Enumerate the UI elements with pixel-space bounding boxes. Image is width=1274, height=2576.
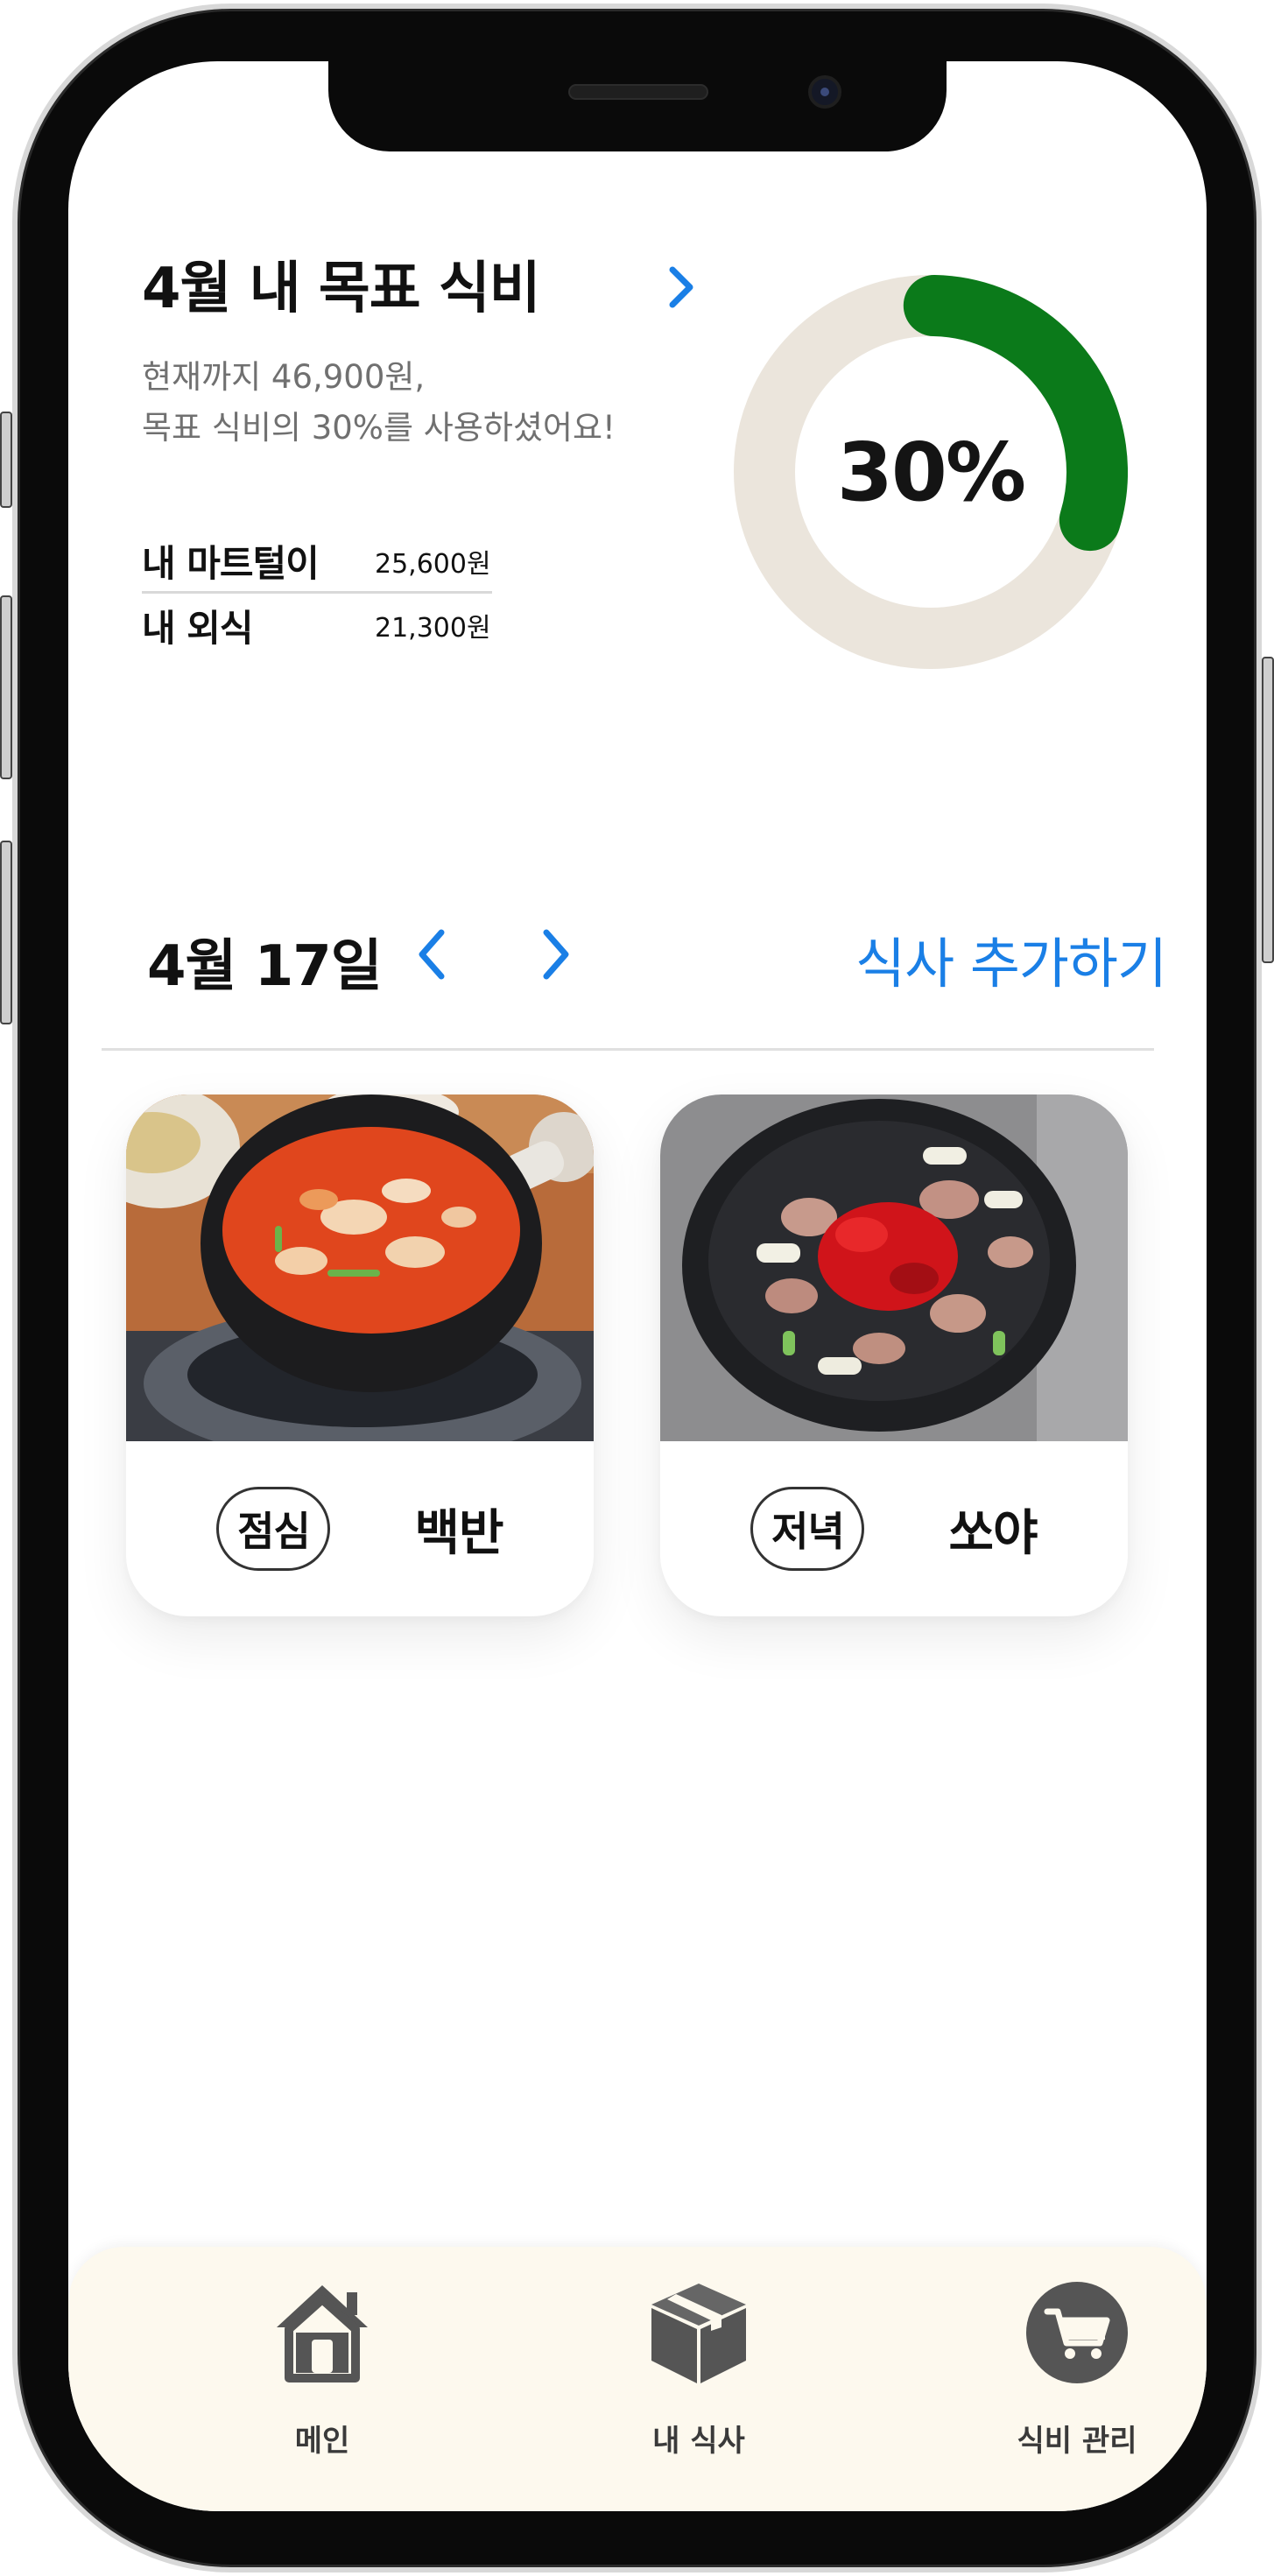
meal-name: 쏘야 [948, 1504, 1038, 1562]
meal-type-badge: 점심 [216, 1487, 331, 1571]
box-icon [651, 2284, 746, 2383]
selected-date: 4월 17일 [147, 934, 383, 999]
nav-label: 메인 [294, 2424, 350, 2459]
home-icon [277, 2285, 368, 2382]
front-camera [808, 75, 841, 109]
nav-item-my-meals[interactable]: 내 식사 [567, 2247, 830, 2511]
budget-title: 4월 내 목표 식비 [142, 257, 541, 321]
breakdown-row-dining: 내 외식 21,300원 [142, 594, 492, 657]
mute-switch [0, 412, 12, 508]
meal-card-lunch[interactable]: 점심 백반 [126, 1094, 594, 1616]
nav-item-budget[interactable]: 식비 관리 [946, 2247, 1207, 2511]
percent-used-text: 목표 식비의 30%를 사용하셨어요! [142, 409, 616, 447]
power-button [1262, 657, 1274, 963]
breakdown-value: 25,600원 [375, 548, 491, 580]
section-divider [102, 1048, 1154, 1051]
chevron-right-icon[interactable] [664, 263, 699, 312]
chevron-left-icon[interactable] [412, 924, 454, 985]
notch [328, 61, 947, 151]
nav-item-main[interactable]: 메인 [191, 2247, 454, 2511]
cart-icon [1026, 2282, 1128, 2383]
meal-type-badge: 저녁 [750, 1487, 865, 1571]
phone-screen: 4월 내 목표 식비 현재까지 46,900원, 목표 식비의 30%를 사용하… [68, 61, 1207, 2511]
bottom-navigation: 메인 내 식사 식비 관리 [68, 2247, 1207, 2511]
nav-label: 내 식사 [652, 2424, 745, 2459]
meal-photo-stew [126, 1094, 594, 1441]
breakdown-row-grocery: 내 마트털이 25,600원 [142, 531, 492, 594]
volume-down-button [0, 841, 12, 1024]
volume-up-button [0, 595, 12, 779]
breakdown-label: 내 마트털이 [142, 542, 320, 585]
meal-name: 백반 [414, 1504, 503, 1562]
speaker-grille [568, 84, 708, 100]
budget-description: 현재까지 46,900원, 목표 식비의 30%를 사용하셨어요! [142, 352, 616, 454]
meal-photo-stirfry [660, 1094, 1128, 1441]
chevron-right-icon[interactable] [534, 924, 576, 985]
nav-label: 식비 관리 [1017, 2424, 1137, 2459]
meal-card-dinner[interactable]: 저녁 쏘야 [660, 1094, 1128, 1616]
meal-info: 저녁 쏘야 [660, 1441, 1128, 1616]
meal-info: 점심 백반 [126, 1441, 594, 1616]
spending-breakdown: 내 마트털이 25,600원 내 외식 21,300원 [142, 531, 492, 657]
breakdown-value: 21,300원 [375, 613, 491, 644]
breakdown-label: 내 외식 [142, 606, 254, 650]
spent-amount-text: 현재까지 46,900원, [142, 358, 426, 396]
progress-percent: 30% [836, 425, 1026, 519]
add-meal-button[interactable]: 식사 추가하기 [855, 919, 1167, 998]
